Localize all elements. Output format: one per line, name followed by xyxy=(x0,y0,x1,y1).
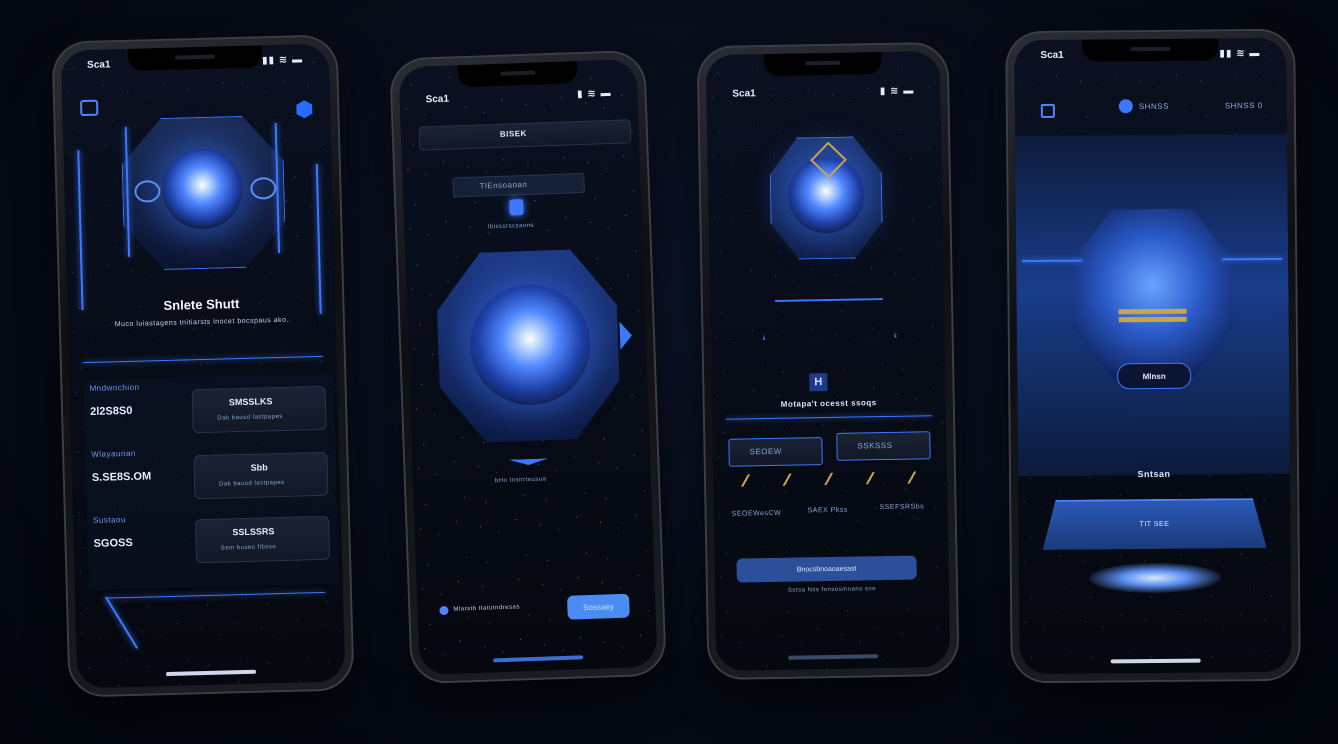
helmet-frame xyxy=(1072,208,1233,379)
phone-2-screen: Sca1 ▮ ≋ ▬ BISEK TlEnsoaoan lbisssrscsao… xyxy=(398,59,658,675)
stat-row: Sustaou SGOSS SSLSSRS Sem buses fibsso xyxy=(87,506,338,573)
lock-icon[interactable] xyxy=(509,199,524,216)
nav-left-label: SHNSS xyxy=(1138,101,1169,112)
notch xyxy=(457,61,578,88)
banner-pill[interactable]: Mlnsn xyxy=(1117,362,1192,390)
stat-header: Wlayaunan xyxy=(91,448,136,459)
home-indicator[interactable] xyxy=(1110,658,1201,664)
status-time: Sca1 xyxy=(732,88,756,100)
stat-card-title: SMSSLKS xyxy=(228,396,273,408)
notch xyxy=(764,52,882,77)
stat-card[interactable]: Sbb Dak bausd lastpapes xyxy=(193,451,329,500)
back-icon[interactable] xyxy=(1040,103,1055,118)
status-time: Sca1 xyxy=(425,93,450,106)
arch-frame xyxy=(762,298,897,340)
stat-value: 2l2S8S0 xyxy=(90,404,133,418)
stat-header: Mndwnchion xyxy=(89,382,140,393)
stat-card-sub: Sem buses fibsso xyxy=(220,544,277,552)
tab-right-label: SSKSSS xyxy=(857,440,893,451)
phone-3-screen: Sca1 ▮ ≋ ▬ H Motapa't ocesst ssoqs SEOEW… xyxy=(705,51,951,671)
stat-card-title: SSLSSRS xyxy=(232,526,275,538)
phone-1: Sca1 ▮▮ ≋ ▬ Snlete Shutt Muco luiastagen… xyxy=(53,36,353,696)
right-arrow-icon[interactable] xyxy=(619,321,633,350)
stat-card-sub: Dak bausd lastpapes xyxy=(217,413,283,422)
signal-battery-icon: ▮▮ ≋ ▬ xyxy=(1219,48,1261,60)
stat-value: S.SE8S.OM xyxy=(91,470,152,484)
status-time: Sca1 xyxy=(86,59,111,71)
list-item[interactable]: SAEX Pkss xyxy=(808,507,848,515)
list-item[interactable]: SSEFSRSbs xyxy=(880,503,925,511)
stat-card[interactable]: SMSSLKS Dak bausd lastpapes xyxy=(191,385,327,434)
stat-value: SGOSS xyxy=(93,536,133,550)
tab-left[interactable]: SEOEW xyxy=(728,437,823,467)
stat-header: Sustaou xyxy=(92,515,126,525)
primary-button[interactable]: Bnocsbnoaoaesast xyxy=(736,555,917,583)
phone-1-screen: Sca1 ▮▮ ≋ ▬ Snlete Shutt Muco luiastagen… xyxy=(60,43,346,689)
phone-4: Sca1 ▮▮ ≋ ▬ SHNSS SHNSS 0 Mlnsn Sntsan T… xyxy=(1007,30,1299,682)
phone-2: Sca1 ▮ ≋ ▬ BISEK TlEnsoaoan lbisssrscsao… xyxy=(391,51,665,683)
signal-battery-icon: ▮ ≋ ▬ xyxy=(879,85,915,98)
stat-card-title: Sbb xyxy=(250,462,268,473)
menu-icon[interactable] xyxy=(79,99,99,117)
list-item[interactable]: SEOEWesCW xyxy=(732,510,782,518)
phone-3: Sca1 ▮ ≋ ▬ H Motapa't ocesst ssoqs SEOEW… xyxy=(698,43,958,679)
stats-list: Mndwnchion 2l2S8S0 SMSSLKS Dak bausd las… xyxy=(83,373,339,591)
signal-battery-icon: ▮ ≋ ▬ xyxy=(576,87,612,101)
nav-bar: SHNSS SHNSS 0 xyxy=(1029,96,1279,122)
stat-row: Mndwnchion 2l2S8S0 SMSSLKS Dak bausd las… xyxy=(83,374,334,441)
footer-button[interactable]: Sossaey xyxy=(567,593,630,620)
stat-card-sub: Dak bausd lastpapes xyxy=(219,479,285,488)
visor-stripe xyxy=(1118,308,1187,315)
stat-row: Wlayaunan S.SE8S.OM Sbb Dak bausd lastpa… xyxy=(85,440,336,507)
tab-left-label: SEOEW xyxy=(749,446,782,457)
tab-label: TlEnsoaoan xyxy=(479,179,528,191)
profile-icon[interactable] xyxy=(1118,99,1133,114)
tab-right[interactable]: SSKSSS xyxy=(836,431,931,461)
nav-right-label: SHNSS 0 xyxy=(1224,101,1263,111)
h-badge-icon: H xyxy=(809,373,828,392)
header-label: BISEK xyxy=(499,128,527,139)
status-bar: Sca1 ▮▮ ≋ ▬ xyxy=(1014,48,1286,64)
phone-4-screen: Sca1 ▮▮ ≋ ▬ SHNSS SHNSS 0 Mlnsn Sntsan T… xyxy=(1014,37,1292,675)
status-time: Sca1 xyxy=(1040,49,1064,61)
signal-battery-icon: ▮▮ ≋ ▬ xyxy=(261,54,304,67)
stat-card[interactable]: SSLSSRS Sem buses fibsso xyxy=(195,515,331,564)
